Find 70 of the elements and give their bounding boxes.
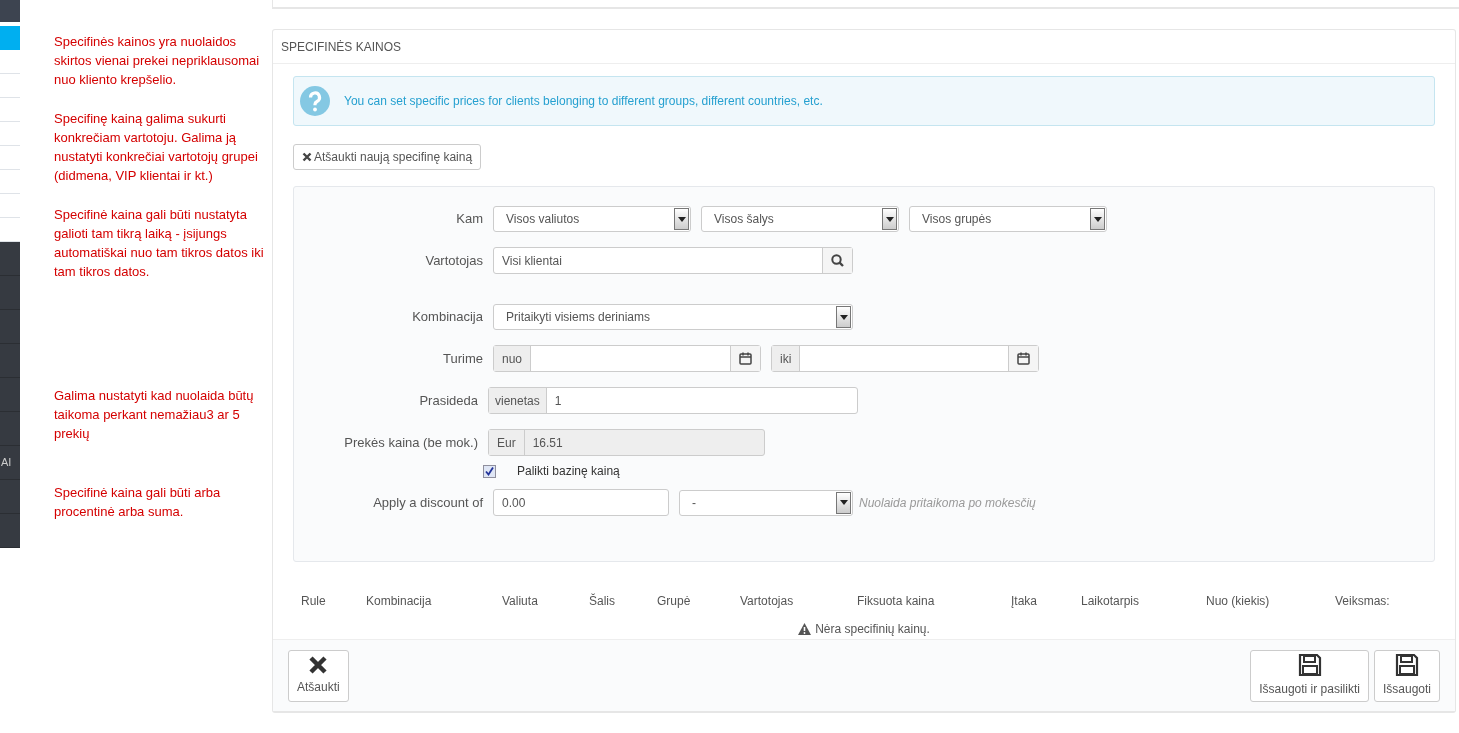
sidebar-item[interactable]: [0, 378, 20, 412]
caret-icon: [836, 491, 851, 514]
sidebar-item[interactable]: AI: [0, 446, 20, 480]
quantity-field[interactable]: vienetas 1: [488, 387, 858, 414]
search-icon: [831, 254, 844, 267]
panel-title: SPECIFINĖS KAINOS: [281, 38, 402, 56]
sidebar-item[interactable]: [0, 344, 20, 378]
annotation-text: Specifinės kainos yra nuolaidos skirtos vienai prekei nepriklausomai nuo kliento krepšelio.: [54, 33, 261, 89]
annotation-text: Specifinė kaina gali būti arba procentinė arba suma.: [54, 484, 222, 521]
date-field[interactable]: iki: [771, 345, 1039, 372]
caret-icon: [674, 208, 689, 230]
sidebar-item[interactable]: [0, 514, 20, 548]
field-label: Prekės kaina (be mok.): [343, 433, 479, 452]
select-field[interactable]: Visos šalys: [701, 206, 899, 232]
calendar-icon: [739, 352, 752, 365]
sidebar-item[interactable]: [0, 480, 20, 514]
cancel-button[interactable]: Atšaukti: [288, 649, 349, 702]
column-header: Nuo (kiekis): [1206, 593, 1271, 610]
annotation-text: Galima nustatyti kad nuolaida būtų taikoma perkant nemažiau3 ar 5 prekių: [54, 387, 255, 443]
select-field[interactable]: -: [679, 489, 853, 516]
caret-icon: [882, 208, 897, 230]
column-header: Kombinacija: [366, 593, 433, 610]
column-header: Fiksuota kaina: [857, 593, 936, 610]
annotation-text: Specifinė kaina gali būti nustatyta galioti tam tikrą laiką - įsijungs automatiškai nuo tam tikros datos iki tam tikros datos.: [54, 206, 265, 281]
help-icon: [300, 86, 330, 116]
sidebar-item[interactable]: [0, 412, 20, 446]
column-header: Grupė: [657, 593, 692, 610]
empty-message: Nėra specifinių kainų.: [815, 621, 930, 638]
input-field[interactable]: 0.00: [493, 489, 669, 516]
field-label: Prasideda: [418, 391, 479, 410]
caret-icon: [1090, 208, 1105, 230]
save-icon: [1297, 653, 1322, 677]
column-header: Šalis: [589, 592, 616, 610]
checkbox-label: Palikti bazinę kainą: [517, 463, 620, 480]
close-icon: [302, 152, 312, 162]
info-text: You can set specific prices for clients belonging to different groups, different countries, etc.: [344, 93, 823, 110]
column-header: Valiuta: [502, 593, 539, 610]
price-field: Eur 16.51: [488, 429, 765, 456]
column-header: Vartotojas: [740, 593, 795, 610]
sidebar-item[interactable]: [0, 242, 20, 276]
checkbox[interactable]: [483, 464, 496, 478]
field-label: Apply a discount of: [372, 493, 484, 512]
sidebar-item[interactable]: [0, 26, 20, 50]
select-field[interactable]: Visos grupės: [909, 206, 1107, 232]
calendar-icon: [1017, 352, 1030, 365]
caret-icon: [836, 306, 851, 328]
column-header: Rule: [301, 593, 327, 610]
cancel-new-price-button[interactable]: Atšaukti naują specifinę kainą: [293, 144, 482, 170]
column-header: Laikotarpis: [1081, 593, 1141, 610]
save-and-stay-button[interactable]: Išsaugoti ir pasilikti: [1250, 649, 1369, 702]
annotation-text: Specifinę kainą galima sukurti konkrečiam vartotoju. Galima ją nustatyti konkrečiai vartotojų grupei (didmena, VIP klientai ir kt.): [54, 110, 259, 185]
save-icon: [1395, 653, 1419, 677]
field-label: Kombinacija: [411, 308, 484, 327]
field-label: Turime: [442, 349, 484, 368]
search-field[interactable]: Visi klientai: [493, 247, 853, 274]
save-button[interactable]: Išsaugoti: [1373, 649, 1440, 702]
field-label: Kam: [455, 210, 484, 229]
select-field[interactable]: Visos valiutos: [493, 206, 691, 232]
field-label: Vartotojas: [424, 251, 484, 270]
close-icon: [308, 655, 329, 675]
column-header: Įtaka: [1011, 593, 1038, 610]
warning-icon: [798, 623, 812, 635]
column-header: Veiksmas:: [1335, 593, 1391, 610]
sidebar-item[interactable]: [0, 276, 20, 310]
sidebar-header: [0, 0, 20, 22]
select-field[interactable]: Pritaikyti visiems deriniams: [493, 304, 853, 330]
sidebar-item[interactable]: [0, 310, 20, 344]
date-field[interactable]: nuo: [493, 345, 761, 372]
sidebar-label: AI: [1, 455, 12, 471]
help-text: Nuolaida pritaikoma po mokesčių: [859, 494, 1036, 512]
